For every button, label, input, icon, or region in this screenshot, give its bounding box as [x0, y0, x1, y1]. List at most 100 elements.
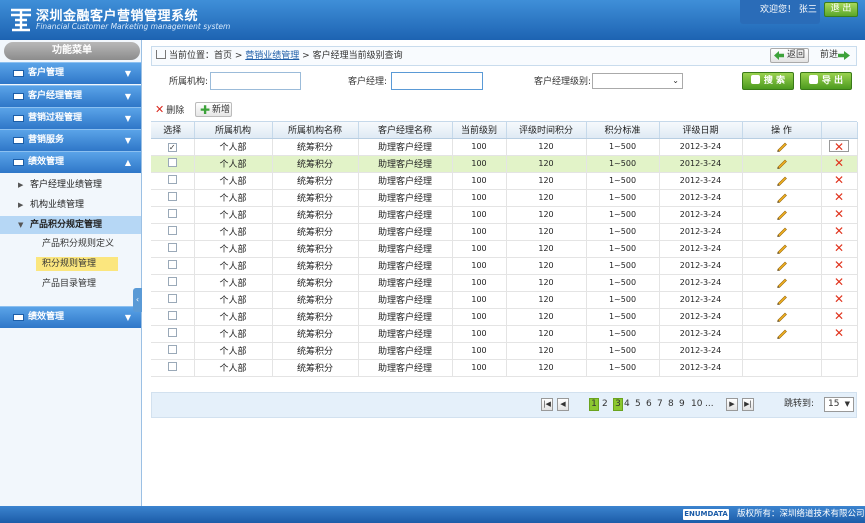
chevron-down-icon: ▼: [124, 136, 131, 145]
first-page-button[interactable]: |◀: [541, 398, 553, 411]
menu-performance[interactable]: 绩效管理 ▲: [0, 151, 141, 173]
page-number[interactable]: 4: [624, 398, 630, 411]
table-row[interactable]: 个人部 统筹积分 助理客户经理 100 120 1~500 2012-3-24 ✕: [151, 325, 858, 343]
page-number[interactable]: ...: [705, 398, 714, 411]
col-actions: 操 作: [742, 122, 822, 139]
sidebar-leaf-rule-management[interactable]: 积分规则管理: [36, 257, 118, 271]
table-row[interactable]: 个人部 统筹积分 助理客户经理 100 120 1~500 2012-3-24: [151, 359, 858, 377]
col-score: 评级时间积分: [506, 122, 587, 139]
table-row[interactable]: 个人部 统筹积分 助理客户经理 100 120 1~500 2012-3-24 ✕: [151, 206, 858, 224]
menu-manager[interactable]: 客户经理管理 ▼: [0, 85, 141, 107]
menu-process[interactable]: 营销过程管理 ▼: [0, 107, 141, 129]
delete-icon[interactable]: ✕: [834, 242, 844, 254]
table-row[interactable]: 个人部 统筹积分 助理客户经理 100 120 1~500 2012-3-24: [151, 342, 858, 360]
row-checkbox[interactable]: [167, 311, 177, 320]
edit-icon[interactable]: [776, 191, 788, 203]
table-row[interactable]: 个人部 统筹积分 助理客户经理 100 120 1~500 2012-3-24 ✕: [151, 172, 858, 190]
edit-icon[interactable]: [776, 208, 788, 220]
level-select[interactable]: ⌄: [592, 73, 683, 89]
delete-icon[interactable]: ✕: [834, 310, 844, 322]
row-checkbox[interactable]: [167, 243, 177, 252]
manager-input[interactable]: [391, 72, 483, 90]
cell-manager: 助理客户经理: [358, 359, 453, 377]
table-row[interactable]: 个人部 统筹积分 助理客户经理 100 120 1~500 2012-3-24 ✕: [151, 155, 858, 173]
edit-icon[interactable]: [776, 293, 788, 305]
row-checkbox[interactable]: [167, 192, 177, 201]
row-checkbox[interactable]: [167, 260, 177, 269]
sidebar-item-org-performance[interactable]: ▶ 机构业绩管理: [0, 196, 141, 214]
sidebar-item-product-points[interactable]: ▼ 产品积分规定管理: [0, 216, 141, 234]
collapse-sidebar-handle[interactable]: ‹: [133, 288, 142, 312]
edit-icon[interactable]: [776, 225, 788, 237]
page-number[interactable]: 5: [635, 398, 641, 411]
edit-icon[interactable]: [776, 157, 788, 169]
delete-icon[interactable]: ✕: [834, 157, 844, 169]
page-number[interactable]: 10: [691, 398, 702, 411]
row-checkbox[interactable]: [167, 175, 177, 184]
footer: ENUMDATA 版权所有：深圳络道技术有限公司: [0, 506, 865, 523]
logout-button[interactable]: 退 出: [824, 2, 858, 17]
page-number[interactable]: 1: [589, 398, 599, 411]
sidebar-leaf-product-catalog[interactable]: 产品目录管理: [42, 277, 96, 291]
delete-icon[interactable]: ✕: [834, 259, 844, 271]
edit-icon[interactable]: [776, 327, 788, 339]
back-button[interactable]: 返回: [770, 48, 809, 63]
delete-icon[interactable]: ✕: [834, 293, 844, 305]
cell-org-name: 统筹积分: [272, 325, 359, 343]
delete-icon[interactable]: ✕: [834, 174, 844, 186]
add-button[interactable]: ✚ 新增: [195, 102, 232, 117]
org-input[interactable]: [210, 72, 301, 90]
menu-service[interactable]: 营销服务 ▼: [0, 129, 141, 151]
prev-page-button[interactable]: ◀: [557, 398, 569, 411]
edit-icon[interactable]: [776, 310, 788, 322]
page-number[interactable]: 3: [613, 398, 623, 411]
search-button[interactable]: 搜 索: [742, 72, 794, 90]
sidebar-item-manager-performance[interactable]: ▶ 客户经理业绩管理: [0, 176, 141, 194]
cell-manager: 助理客户经理: [358, 240, 453, 258]
page-number[interactable]: 8: [668, 398, 674, 411]
table-row[interactable]: 个人部 统筹积分 助理客户经理 100 120 1~500 2012-3-24 ✕: [151, 291, 858, 309]
delete-icon[interactable]: ✕: [834, 208, 844, 220]
row-checkbox[interactable]: [167, 328, 177, 337]
breadcrumb-link[interactable]: 营销业绩管理: [245, 51, 299, 61]
page-number[interactable]: 7: [657, 398, 663, 411]
delete-icon[interactable]: ✕: [834, 276, 844, 288]
delete-icon[interactable]: ✕: [834, 327, 844, 339]
delete-icon[interactable]: ✕: [834, 225, 844, 237]
delete-button[interactable]: ✕ 删除: [155, 102, 184, 117]
row-checkbox[interactable]: [167, 226, 177, 235]
page-number[interactable]: 9: [679, 398, 685, 411]
row-checkbox[interactable]: [167, 158, 177, 167]
page-number[interactable]: 6: [646, 398, 652, 411]
menu-performance-bottom[interactable]: 绩效管理 ▼: [0, 306, 141, 328]
data-table: 选择 所属机构 所属机构名称 客户经理名称 当前级别 评级时间积分 积分标准 评…: [151, 121, 858, 391]
table-row[interactable]: 个人部 统筹积分 助理客户经理 100 120 1~500 2012-3-24 ✕: [151, 189, 858, 207]
edit-icon[interactable]: [776, 174, 788, 186]
last-page-button[interactable]: ▶|: [742, 398, 754, 411]
forward-button[interactable]: 前进: [816, 48, 856, 63]
table-row[interactable]: ✓ 个人部 统筹积分 助理客户经理 100 120 1~500 2012-3-24 ✕: [151, 138, 858, 156]
table-row[interactable]: 个人部 统筹积分 助理客户经理 100 120 1~500 2012-3-24 ✕: [151, 308, 858, 326]
table-row[interactable]: 个人部 统筹积分 助理客户经理 100 120 1~500 2012-3-24 ✕: [151, 240, 858, 258]
page-number[interactable]: 2: [602, 398, 608, 411]
jump-select[interactable]: 15 ▼: [824, 397, 854, 412]
edit-icon[interactable]: [776, 276, 788, 288]
row-checkbox[interactable]: ✓: [167, 142, 177, 152]
row-checkbox[interactable]: [167, 209, 177, 218]
delete-row-button[interactable]: ✕: [829, 139, 849, 153]
row-checkbox[interactable]: [167, 294, 177, 303]
sidebar-leaf-rule-definition[interactable]: 产品积分规则定义: [42, 237, 114, 251]
export-button[interactable]: 导 出: [800, 72, 852, 90]
row-checkbox[interactable]: [167, 362, 177, 371]
menu-customer[interactable]: 客户管理 ▼: [0, 62, 141, 84]
table-row[interactable]: 个人部 统筹积分 助理客户经理 100 120 1~500 2012-3-24 ✕: [151, 274, 858, 292]
row-checkbox[interactable]: [167, 277, 177, 286]
table-row[interactable]: 个人部 统筹积分 助理客户经理 100 120 1~500 2012-3-24 ✕: [151, 223, 858, 241]
next-page-button[interactable]: ▶: [726, 398, 738, 411]
table-row[interactable]: 个人部 统筹积分 助理客户经理 100 120 1~500 2012-3-24 ✕: [151, 257, 858, 275]
edit-icon[interactable]: [776, 140, 788, 152]
row-checkbox[interactable]: [167, 345, 177, 354]
edit-icon[interactable]: [776, 242, 788, 254]
delete-icon[interactable]: ✕: [834, 191, 844, 203]
edit-icon[interactable]: [776, 259, 788, 271]
